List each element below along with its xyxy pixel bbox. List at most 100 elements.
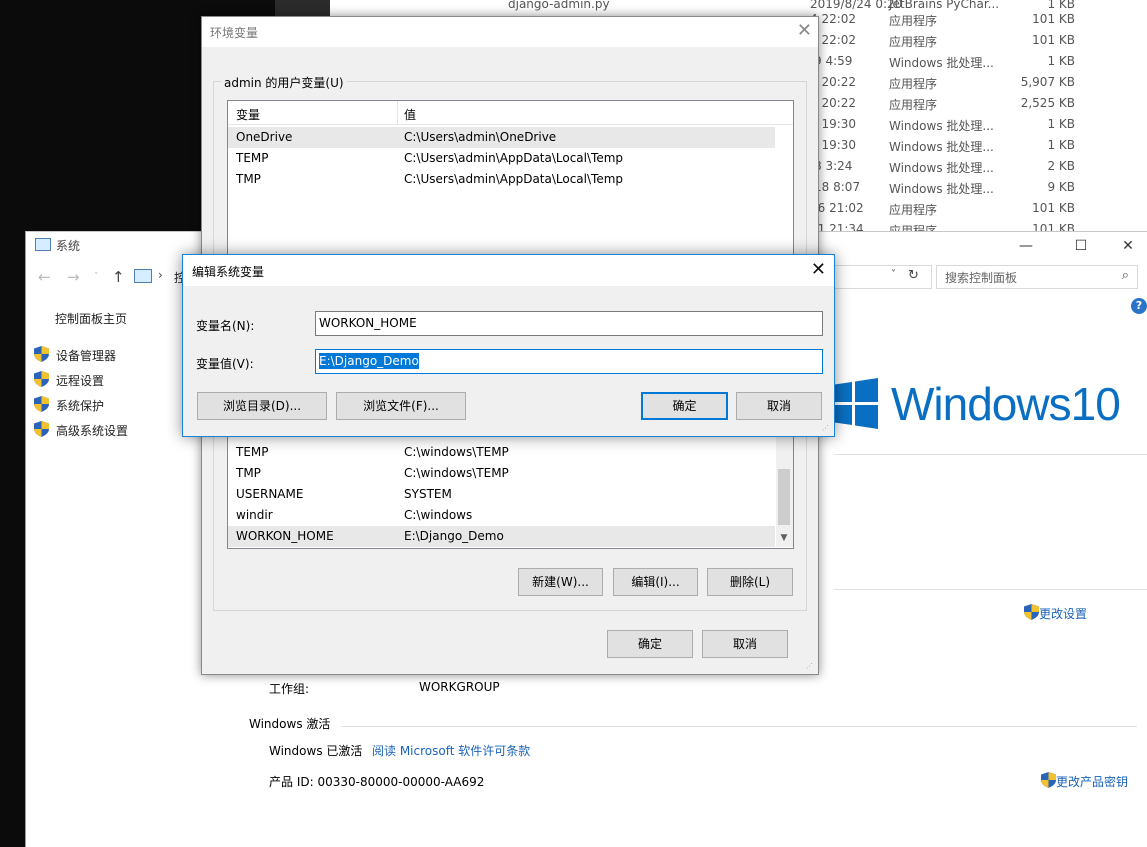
list-item[interactable]: OneDrive C:\Users\admin\OneDrive: [228, 127, 775, 148]
var-name: TEMP: [236, 151, 269, 165]
file-size: 9 KB: [1047, 180, 1075, 194]
browse-file-button[interactable]: 浏览文件(F)...: [336, 392, 466, 420]
edit-system-variable-dialog: 编辑系统变量 ✕ 变量名(N): WORKON_HOME 变量值(V): E:\…: [182, 254, 835, 437]
close-button[interactable]: ✕: [1108, 234, 1147, 258]
system-vars-list[interactable]: TEMP C:\windows\TEMP TMP C:\windows\TEMP…: [227, 427, 794, 549]
var-value: C:\windows: [404, 508, 473, 522]
license-terms-link[interactable]: 阅读 Microsoft 软件许可条款: [372, 742, 530, 759]
variable-value-label: 变量值(V):: [196, 357, 254, 371]
env-dialog-title: 环境变量: [210, 26, 259, 40]
var-value: E:\Django_Demo: [404, 529, 504, 543]
variable-value-field[interactable]: E:\Django_Demo: [315, 349, 823, 374]
file-size: 5,907 KB: [1020, 75, 1075, 89]
divider: [834, 589, 1147, 590]
env-cancel-button[interactable]: 取消: [702, 630, 788, 658]
product-id: 产品 ID: 00330-80000-00000-AA692: [269, 775, 485, 789]
env-dialog-titlebar[interactable]: 环境变量 ✕: [202, 17, 818, 47]
search-control-panel-input[interactable]: 搜索控制面板 ⌕: [936, 265, 1138, 289]
forward-arrow-icon[interactable]: →: [67, 268, 80, 286]
new-variable-button[interactable]: 新建(W)...: [518, 568, 603, 596]
file-size: 101 KB: [1032, 201, 1075, 215]
address-dropdown-icon[interactable]: ˅: [891, 269, 896, 280]
col-header-variable[interactable]: 变量: [236, 106, 260, 123]
activation-section-title: Windows 激活: [249, 717, 331, 731]
address-bar-end[interactable]: ˅ ↻: [834, 265, 932, 289]
browse-directory-button[interactable]: 浏览目录(D)...: [197, 392, 327, 420]
address-computer-icon: [134, 269, 152, 283]
change-settings-label: 更改设置: [1039, 607, 1088, 621]
shield-icon: [34, 371, 49, 387]
windows-10-wordmark: Windows10: [891, 378, 1121, 430]
workgroup-value: WORKGROUP: [419, 680, 500, 694]
chevron-down-icon[interactable]: ˅: [94, 272, 99, 282]
close-icon[interactable]: ✕: [797, 20, 812, 41]
scroll-down-icon[interactable]: ▼: [776, 530, 792, 546]
var-value: C:\windows\TEMP: [404, 466, 509, 480]
refresh-icon[interactable]: ↻: [908, 268, 919, 283]
shield-icon: [1041, 772, 1056, 788]
variable-name-field[interactable]: WORKON_HOME: [315, 311, 823, 336]
var-value: SYSTEM: [404, 487, 452, 501]
delete-variable-button[interactable]: 删除(L): [707, 568, 793, 596]
column-divider: [397, 101, 398, 125]
edit-dialog-title: 编辑系统变量: [192, 265, 265, 279]
resize-grip-icon[interactable]: ⋰: [806, 662, 816, 672]
col-header-value[interactable]: 值: [404, 106, 416, 123]
file-size: 2 KB: [1047, 159, 1075, 173]
help-icon[interactable]: ?: [1131, 298, 1147, 314]
up-arrow-icon[interactable]: ↑: [112, 268, 125, 286]
activation-status: Windows 已激活: [269, 744, 363, 758]
var-name: USERNAME: [236, 487, 304, 501]
system-title: 系统: [56, 239, 81, 253]
nav-item-label: 高级系统设置: [56, 424, 129, 438]
file-type: 应用程序: [889, 14, 938, 28]
windows-flag-icon: [831, 378, 878, 429]
file-type: 应用程序: [889, 98, 938, 112]
edit-cancel-button[interactable]: 取消: [736, 392, 822, 420]
change-product-key-label: 更改产品密钥: [1056, 775, 1129, 789]
var-value: C:\windows\TEMP: [404, 445, 509, 459]
system-vars-scrollbar[interactable]: ▼: [776, 427, 793, 547]
list-item[interactable]: TMP C:\Users\admin\AppData\Local\Temp: [228, 169, 775, 190]
edit-dialog-titlebar[interactable]: 编辑系统变量 ✕: [183, 255, 834, 286]
shield-icon: [34, 396, 49, 412]
shield-icon: [1024, 604, 1039, 620]
list-item[interactable]: windir C:\windows: [228, 505, 775, 526]
nav-item-label: 设备管理器: [56, 349, 117, 363]
edit-ok-button[interactable]: 确定: [641, 392, 728, 420]
var-name: TEMP: [236, 445, 269, 459]
workgroup-label: 工作组:: [269, 682, 310, 696]
var-name: OneDrive: [236, 130, 293, 144]
close-icon[interactable]: ✕: [811, 259, 826, 280]
list-item[interactable]: TEMP C:\windows\TEMP: [228, 442, 775, 463]
list-item[interactable]: WORKON_HOME E:\Django_Demo: [228, 526, 775, 547]
scrollbar-thumb[interactable]: [778, 469, 790, 525]
divider: [834, 454, 1147, 455]
edit-variable-button[interactable]: 编辑(I)...: [613, 568, 698, 596]
user-vars-group-label: admin 的用户变量(U): [221, 74, 347, 91]
user-vars-header: 变量 值: [228, 101, 793, 125]
env-ok-button[interactable]: 确定: [607, 630, 693, 658]
var-name: windir: [236, 508, 273, 522]
shield-icon: [34, 421, 49, 437]
file-size: 101 KB: [1032, 33, 1075, 47]
file-size: 2,525 KB: [1020, 96, 1075, 110]
search-placeholder: 搜索控制面板: [945, 271, 1018, 285]
maximize-button[interactable]: ☐: [1061, 234, 1101, 258]
search-icon[interactable]: ⌕: [1122, 268, 1129, 283]
minimize-button[interactable]: —: [1006, 234, 1046, 258]
selected-value-text: E:\Django_Demo: [319, 353, 419, 369]
list-item[interactable]: USERNAME SYSTEM: [228, 484, 775, 505]
divider: [341, 726, 1137, 727]
control-panel-home-link[interactable]: 控制面板主页: [55, 310, 127, 327]
list-item[interactable]: TMP C:\windows\TEMP: [228, 463, 775, 484]
back-arrow-icon[interactable]: ←: [38, 268, 51, 286]
var-name: TMP: [236, 466, 261, 480]
user-vars-list[interactable]: 变量 值 OneDrive C:\Users\admin\OneDrive TE…: [227, 100, 794, 257]
variable-name-label: 变量名(N):: [196, 319, 255, 333]
list-item[interactable]: TEMP C:\Users\admin\AppData\Local\Temp: [228, 148, 775, 169]
var-value: C:\Users\admin\AppData\Local\Temp: [404, 151, 624, 165]
resize-grip-icon[interactable]: ⋰: [822, 424, 832, 434]
var-name: TMP: [236, 172, 261, 186]
file-size: 1 KB: [1047, 138, 1075, 152]
